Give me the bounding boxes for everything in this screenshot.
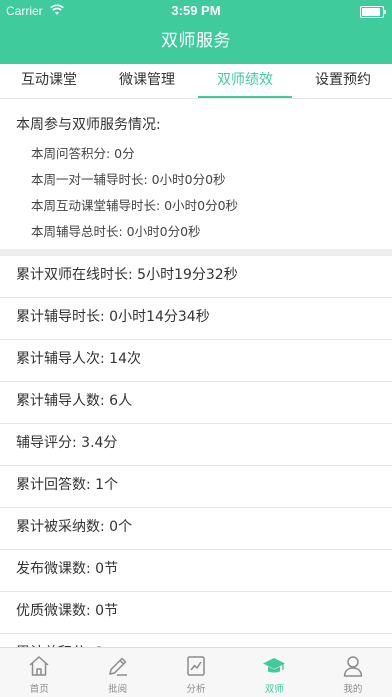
stat-tutored-students: 累计辅导人数: 6人 [0, 382, 392, 424]
nav-header: Carrier 3:59 PM 双师服务 [0, 0, 392, 64]
stat-accepted: 累计被采纳数: 0个 [0, 508, 392, 550]
user-icon [343, 656, 363, 677]
status-time: 3:59 PM [171, 3, 221, 18]
tab-performance[interactable]: 双师绩效 [196, 64, 294, 98]
edit-icon [108, 657, 127, 676]
section-divider [0, 249, 392, 256]
tabbar-mine[interactable]: 我的 [314, 648, 392, 697]
stat-online-time: 累计双师在线时长: 5小时19分32秒 [0, 256, 392, 298]
weekly-interactive-time: 本周互动课堂辅导时长: 0小时0分0秒 [31, 198, 239, 213]
tabbar-analysis[interactable]: 分析 [157, 648, 235, 697]
tabbar-analysis-label: 分析 [186, 684, 206, 695]
tabbar-home-label: 首页 [29, 684, 49, 695]
tabbar-home[interactable]: 首页 [0, 648, 78, 697]
weekly-summary-title: 本周参与双师服务情况: [16, 117, 161, 133]
tab-appointment[interactable]: 设置预约 [294, 64, 392, 98]
segment-tabs: 互动课堂 微课管理 双师绩效 设置预约 [0, 64, 392, 99]
home-icon [29, 656, 49, 676]
status-bar: Carrier 3:59 PM [0, 0, 392, 22]
tabbar-review[interactable]: 批阅 [78, 648, 156, 697]
tab-micro-course[interactable]: 微课管理 [98, 64, 196, 98]
weekly-summary: 本周参与双师服务情况: 本周问答积分: 0分 本周一对一辅导时长: 0小时0分0… [0, 99, 392, 249]
graduation-cap-icon [263, 658, 286, 673]
tabbar-review-label: 批阅 [108, 684, 128, 695]
battery-icon [360, 6, 386, 18]
page-title: 双师服务 [161, 31, 231, 51]
stat-tutoring-sessions: 累计辅导人次: 14次 [0, 340, 392, 382]
stats-list: 累计双师在线时长: 5小时19分32秒 累计辅导时长: 0小时14分34秒 累计… [0, 256, 392, 676]
tabbar-dual-teacher[interactable]: 双师 [235, 648, 313, 697]
bottom-tab-bar: 首页 批阅 分析 双师 我的 [0, 647, 392, 697]
stat-answers: 累计回答数: 1个 [0, 466, 392, 508]
weekly-qa-points: 本周问答积分: 0分 [31, 146, 135, 161]
stat-quality-courses: 优质微课数: 0节 [0, 592, 392, 634]
tab-interactive-class[interactable]: 互动课堂 [0, 64, 98, 98]
tabbar-mine-label: 我的 [343, 684, 363, 695]
stat-published-courses: 发布微课数: 0节 [0, 550, 392, 592]
stat-tutoring-time: 累计辅导时长: 0小时14分34秒 [0, 298, 392, 340]
tabbar-dual-teacher-label: 双师 [264, 684, 284, 695]
weekly-total-time: 本周辅导总时长: 0小时0分0秒 [31, 224, 201, 239]
stat-rating: 辅导评分: 3.4分 [0, 424, 392, 466]
weekly-one-on-one-time: 本周一对一辅导时长: 0小时0分0秒 [31, 172, 226, 187]
chart-icon [187, 656, 205, 676]
